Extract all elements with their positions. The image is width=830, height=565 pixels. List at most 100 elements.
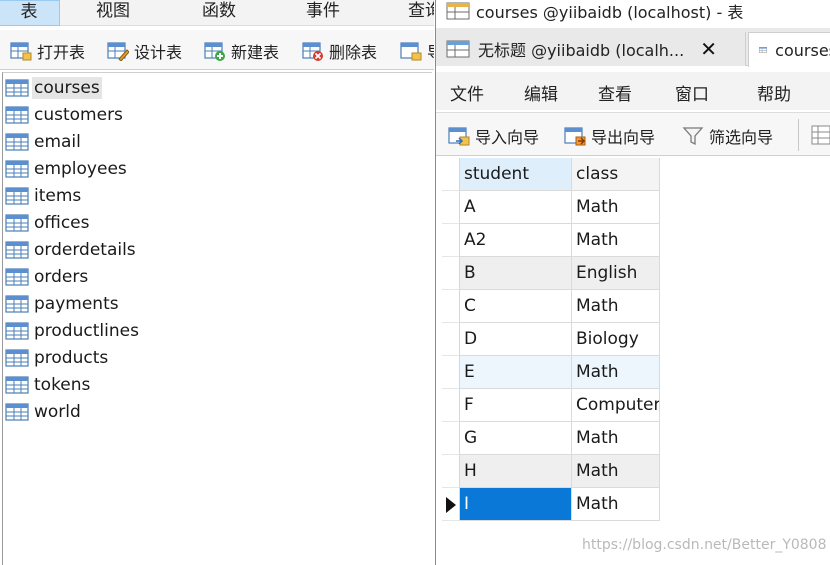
- table-list-item[interactable]: offices: [5, 210, 92, 236]
- import-wizard-label: 导入向导: [475, 128, 540, 147]
- grid-cell-student[interactable]: C: [460, 290, 572, 323]
- table-list-item[interactable]: orderdetails: [5, 237, 138, 263]
- table-list: courses customers email employees items offic…: [2, 72, 432, 565]
- table-name: products: [34, 348, 109, 368]
- table-list-item[interactable]: email: [5, 129, 83, 155]
- grid-cell-class[interactable]: Math: [572, 356, 660, 389]
- new-table-icon: [204, 42, 225, 61]
- menu-view[interactable]: 查看: [598, 80, 632, 105]
- table-list-item[interactable]: employees: [5, 156, 129, 182]
- row-header[interactable]: [442, 422, 460, 455]
- filter-funnel-icon: [682, 127, 704, 146]
- row-header[interactable]: [442, 191, 460, 224]
- table-list-item[interactable]: payments: [5, 291, 121, 317]
- import-icon: [400, 42, 422, 61]
- table-icon: [5, 376, 29, 394]
- grid-cell-student[interactable]: G: [460, 422, 572, 455]
- table-name: offices: [34, 213, 90, 233]
- menu-function[interactable]: 函数: [184, 0, 254, 26]
- column-header-student[interactable]: student: [460, 158, 572, 191]
- row-header[interactable]: [442, 356, 460, 389]
- table-icon: [5, 160, 29, 178]
- grid-cell-class[interactable]: Biology: [572, 323, 660, 356]
- grid-cell-student[interactable]: A: [460, 191, 572, 224]
- menu-table[interactable]: 表: [0, 0, 60, 26]
- grid-cell-class[interactable]: Math: [572, 290, 660, 323]
- column-header-class[interactable]: class: [572, 158, 660, 191]
- table-name: email: [34, 132, 81, 152]
- new-table-label: 新建表: [231, 43, 280, 62]
- open-table-button[interactable]: 打开表: [10, 38, 85, 64]
- filter-wizard-button[interactable]: 筛选向导: [682, 123, 773, 149]
- row-pointer-icon: [446, 497, 456, 513]
- grid-cell-student[interactable]: I: [460, 488, 572, 521]
- header-corner: [442, 158, 460, 191]
- open-table-icon: [10, 42, 32, 61]
- table-icon: [5, 214, 29, 232]
- design-table-button[interactable]: 设计表: [107, 38, 182, 64]
- row-header[interactable]: [442, 389, 460, 422]
- menu-view[interactable]: 视图: [78, 0, 148, 26]
- table-list-item[interactable]: courses: [5, 75, 102, 101]
- row-header[interactable]: [442, 257, 460, 290]
- right-menubar: 文件 编辑 查看 窗口 帮助: [436, 72, 830, 110]
- tab-untitled-query[interactable]: 无标题 @yiibaidb (localh... ✕: [436, 32, 746, 66]
- export-wizard-label: 导出向导: [591, 128, 656, 147]
- grid-cell-class[interactable]: Math: [572, 224, 660, 257]
- menu-query[interactable]: 查询: [396, 0, 434, 26]
- grid-cell-class[interactable]: Math: [572, 191, 660, 224]
- menu-file[interactable]: 文件: [450, 80, 484, 105]
- row-header[interactable]: [442, 455, 460, 488]
- table-tab-icon: [759, 47, 768, 53]
- table-name: orderdetails: [34, 240, 136, 260]
- menu-help[interactable]: 帮助: [757, 80, 791, 105]
- grid-cell-class[interactable]: Math: [572, 422, 660, 455]
- tab-bar: 无标题 @yiibaidb (localh... ✕ courses: [436, 28, 830, 67]
- grid-cell-class[interactable]: Math: [572, 488, 660, 521]
- table-icon: [5, 268, 29, 286]
- close-icon[interactable]: ✕: [700, 37, 717, 61]
- menu-event[interactable]: 事件: [288, 0, 358, 26]
- grid-view-icon[interactable]: [811, 125, 830, 145]
- table-window-icon: [446, 2, 470, 20]
- row-header[interactable]: [442, 488, 460, 521]
- row-header[interactable]: [442, 290, 460, 323]
- table-list-item[interactable]: customers: [5, 102, 125, 128]
- grid-cell-student[interactable]: B: [460, 257, 572, 290]
- left-menubar: 表 视图 函数 事件 查询: [0, 0, 434, 26]
- tab-courses[interactable]: courses: [748, 32, 830, 67]
- grid-cell-class[interactable]: English: [572, 257, 660, 290]
- grid-cell-student[interactable]: D: [460, 323, 572, 356]
- table-list-item[interactable]: tokens: [5, 372, 92, 398]
- new-table-button[interactable]: 新建表: [204, 38, 279, 64]
- menu-window[interactable]: 窗口: [675, 80, 709, 105]
- table-list-item[interactable]: orders: [5, 264, 90, 290]
- grid-cell-student[interactable]: H: [460, 455, 572, 488]
- table-name: customers: [34, 105, 123, 125]
- export-wizard-button[interactable]: 导出向导: [564, 123, 655, 149]
- tab-label: 无标题 @yiibaidb (localh...: [478, 41, 685, 60]
- window-title: courses @yiibaidb (localhost) - 表: [476, 3, 744, 22]
- grid-cell-student[interactable]: E: [460, 356, 572, 389]
- table-list-item[interactable]: productlines: [5, 318, 141, 344]
- delete-table-button[interactable]: 删除表: [302, 38, 377, 64]
- import-button[interactable]: 导: [400, 38, 434, 64]
- menu-edit[interactable]: 编辑: [524, 80, 558, 105]
- table-list-item[interactable]: products: [5, 345, 110, 371]
- grid-cell-student[interactable]: F: [460, 389, 572, 422]
- import-wizard-button[interactable]: 导入向导: [448, 123, 539, 149]
- grid-cell-student[interactable]: A2: [460, 224, 572, 257]
- table-list-item[interactable]: items: [5, 183, 83, 209]
- table-data-window: courses @yiibaidb (localhost) - 表 无标题 @y…: [435, 0, 830, 565]
- table-name: payments: [34, 294, 119, 314]
- open-table-label: 打开表: [37, 43, 86, 62]
- table-list-item[interactable]: world: [5, 399, 83, 425]
- row-header[interactable]: [442, 224, 460, 257]
- grid-cell-class[interactable]: Computer: [572, 389, 660, 422]
- design-table-label: 设计表: [134, 43, 183, 62]
- grid-cell-class[interactable]: Math: [572, 455, 660, 488]
- delete-table-label: 删除表: [329, 43, 378, 62]
- left-toolbar: 打开表 设计表 新建表 删除表: [0, 30, 434, 70]
- table-icon: [5, 187, 29, 205]
- row-header[interactable]: [442, 323, 460, 356]
